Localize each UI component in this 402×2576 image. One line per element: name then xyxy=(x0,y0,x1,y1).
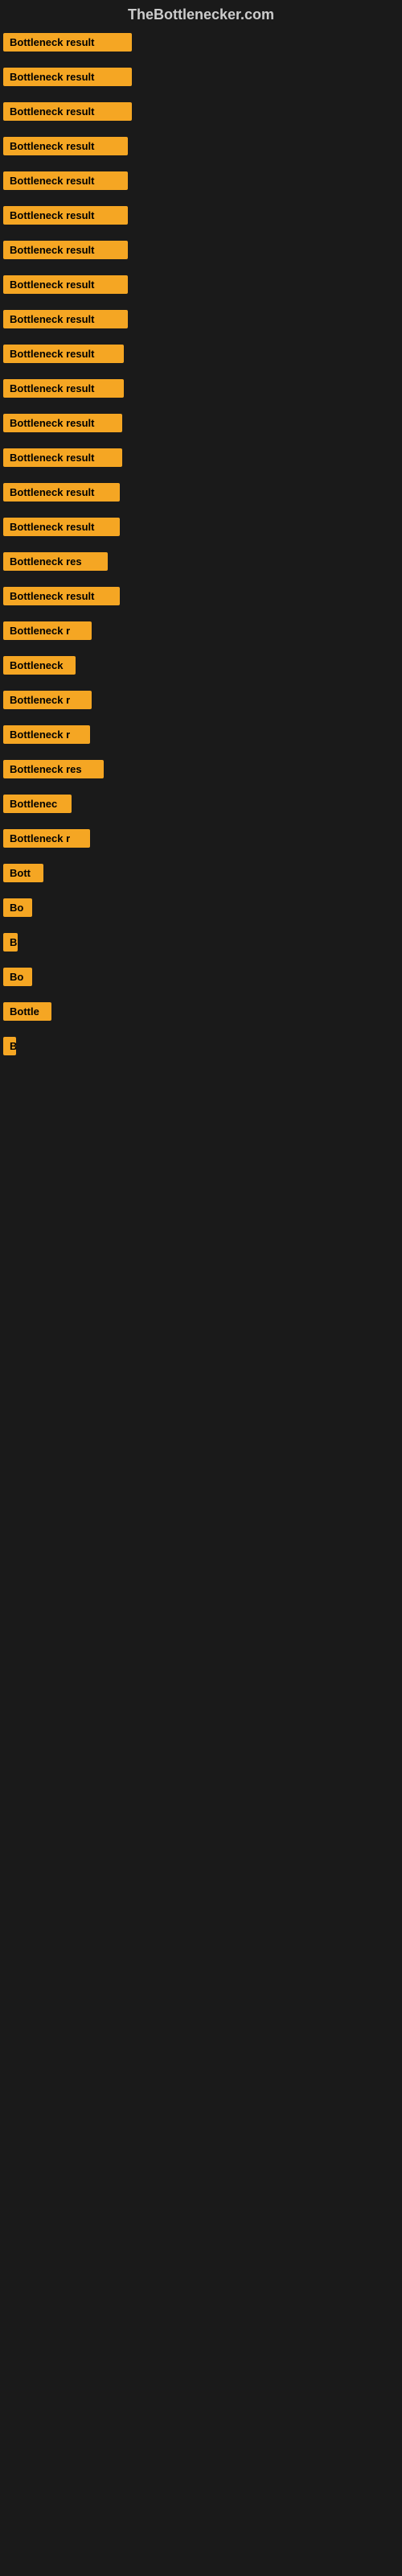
site-title: TheBottlenecker.com xyxy=(0,0,402,30)
list-item: Bottleneck result xyxy=(3,379,399,398)
bottleneck-badge[interactable]: Bottleneck result xyxy=(3,137,128,155)
list-item: Bottle xyxy=(3,1002,399,1021)
list-item: Bottleneck result xyxy=(3,102,399,121)
bottleneck-badge[interactable]: Bottleneck result xyxy=(3,448,122,467)
bottleneck-badge[interactable]: B xyxy=(3,933,18,952)
bottleneck-badge[interactable]: Bottleneck result xyxy=(3,310,128,328)
list-item: Bottleneck result xyxy=(3,68,399,86)
list-item: Bottleneck result xyxy=(3,241,399,259)
list-item: Bottleneck res xyxy=(3,552,399,571)
list-item: Bottleneck result xyxy=(3,345,399,363)
bottleneck-badge[interactable]: Bottleneck res xyxy=(3,760,104,778)
list-item: Bottlenec xyxy=(3,795,399,813)
list-item: Bottleneck r xyxy=(3,829,399,848)
bottleneck-badge[interactable]: Bottleneck result xyxy=(3,275,128,294)
list-item: Bottleneck result xyxy=(3,275,399,294)
bottleneck-badge[interactable]: Bo xyxy=(3,968,32,986)
list-item: Bottleneck result xyxy=(3,518,399,536)
list-item: Bottleneck result xyxy=(3,33,399,52)
bottleneck-badge[interactable]: Bottleneck result xyxy=(3,171,128,190)
bottleneck-badge[interactable]: Bottleneck result xyxy=(3,414,122,432)
bottleneck-badge[interactable]: Bottlenec xyxy=(3,795,72,813)
bottleneck-badge[interactable]: Bo xyxy=(3,898,32,917)
list-item: B xyxy=(3,1037,399,1055)
list-item: Bottleneck result xyxy=(3,310,399,328)
list-item: Bottleneck result xyxy=(3,137,399,155)
list-item: Bottleneck r xyxy=(3,691,399,709)
list-item: Bottleneck result xyxy=(3,206,399,225)
bottleneck-badge[interactable]: Bottle xyxy=(3,1002,51,1021)
bottleneck-badge[interactable]: Bottleneck result xyxy=(3,345,124,363)
bottleneck-badge[interactable]: Bottleneck result xyxy=(3,379,124,398)
bottleneck-badge[interactable]: Bottleneck result xyxy=(3,102,132,121)
bottleneck-badge[interactable]: Bottleneck result xyxy=(3,33,132,52)
bottleneck-badge[interactable]: Bottleneck result xyxy=(3,206,128,225)
list-item: Bottleneck r xyxy=(3,621,399,640)
bottleneck-badge[interactable]: Bottleneck xyxy=(3,656,76,675)
bottleneck-badge[interactable]: Bottleneck res xyxy=(3,552,108,571)
items-container: Bottleneck result Bottleneck result Bottle… xyxy=(0,30,402,1060)
bottleneck-badge[interactable]: Bottleneck result xyxy=(3,241,128,259)
list-item: Bottleneck result xyxy=(3,448,399,467)
list-item: Bottleneck r xyxy=(3,725,399,744)
list-item: Bottleneck res xyxy=(3,760,399,778)
bottleneck-badge[interactable]: Bottleneck r xyxy=(3,725,90,744)
list-item: Bottleneck result xyxy=(3,483,399,502)
list-item: Bottleneck xyxy=(3,656,399,675)
bottleneck-badge[interactable]: Bottleneck result xyxy=(3,587,120,605)
list-item: Bottleneck result xyxy=(3,587,399,605)
bottleneck-badge[interactable]: Bottleneck result xyxy=(3,68,132,86)
bottleneck-badge[interactable]: Bott xyxy=(3,864,43,882)
bottleneck-badge[interactable]: Bottleneck result xyxy=(3,518,120,536)
list-item: Bott xyxy=(3,864,399,882)
list-item: Bo xyxy=(3,968,399,986)
bottleneck-badge[interactable]: Bottleneck r xyxy=(3,829,90,848)
bottleneck-badge[interactable]: Bottleneck r xyxy=(3,621,92,640)
bottleneck-badge[interactable]: Bottleneck result xyxy=(3,483,120,502)
list-item: Bottleneck result xyxy=(3,171,399,190)
list-item: Bottleneck result xyxy=(3,414,399,432)
list-item: Bo xyxy=(3,898,399,917)
bottleneck-badge[interactable]: B xyxy=(3,1037,16,1055)
list-item: B xyxy=(3,933,399,952)
bottleneck-badge[interactable]: Bottleneck r xyxy=(3,691,92,709)
